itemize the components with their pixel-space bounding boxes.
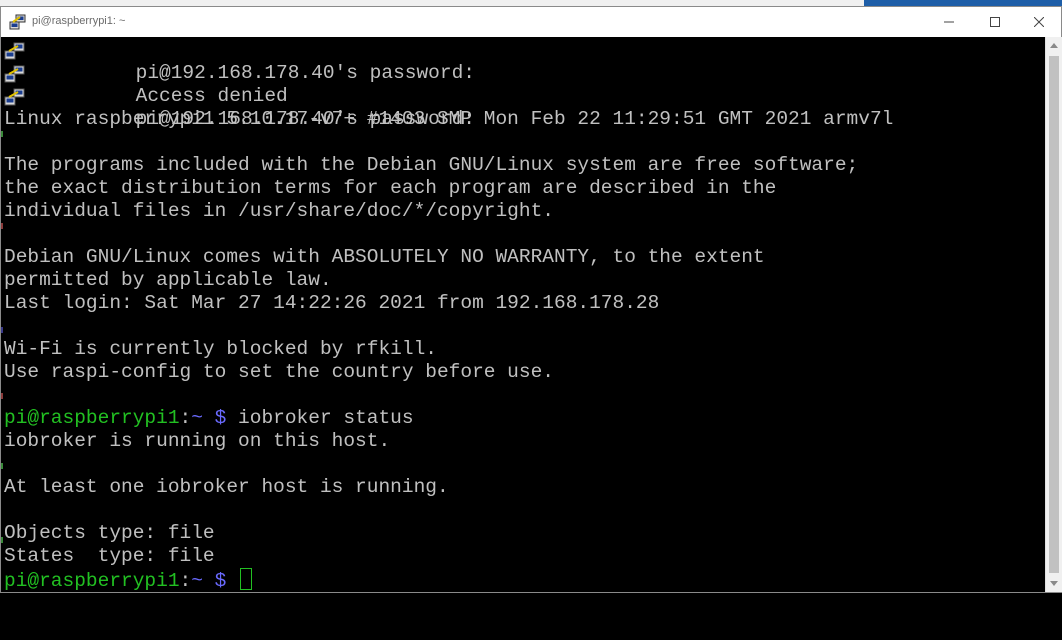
close-button[interactable] <box>1016 7 1062 37</box>
prompt-symbol: $ <box>202 407 239 429</box>
warranty-line: permitted by applicable law. <box>4 269 332 291</box>
active-prompt-line[interactable]: pi@raspberrypi1:~ $ <box>4 568 893 592</box>
desktop-background <box>0 593 1062 640</box>
license-line: individual files in /usr/share/doc/*/cop… <box>4 200 554 222</box>
window-title: pi@raspberrypi1: ~ <box>32 15 126 27</box>
prompt-symbol: $ <box>202 570 239 592</box>
wifi-line: Wi-Fi is currently blocked by rfkill. <box>4 338 437 360</box>
vertical-scrollbar[interactable] <box>1045 37 1062 592</box>
command-line: pi@raspberrypi1:~ $ iobroker status <box>4 407 893 430</box>
banner-line: Linux raspberrypi1 5.10.17-v7+ #1403 SMP… <box>4 108 894 130</box>
last-login-line: Last login: Sat Mar 27 14:22:26 2021 fro… <box>4 292 660 314</box>
terminal-lines: pi@192.168.178.40's password: Access den… <box>4 39 894 592</box>
minimize-button[interactable] <box>926 7 972 37</box>
license-line: the exact distribution terms for each pr… <box>4 177 777 199</box>
output-line: Objects type: file <box>4 522 215 544</box>
putty-icon <box>4 65 25 83</box>
scrollbar-thumb[interactable] <box>1049 56 1059 573</box>
putty-icon <box>4 88 25 106</box>
wifi-line: Use raspi-config to set the country befo… <box>4 361 554 383</box>
prompt-separator: : <box>179 407 192 429</box>
scroll-up-icon[interactable] <box>1050 43 1058 48</box>
title-bar[interactable]: pi@raspberrypi1: ~ <box>1 7 1061 37</box>
maximize-icon <box>990 17 1000 27</box>
putty-window: pi@raspberrypi1: ~ pi@192.168.178.40's p… <box>0 6 1062 593</box>
terminal-area[interactable]: pi@192.168.178.40's password: Access den… <box>1 37 1045 592</box>
prompt-user-host: pi@raspberrypi1 <box>4 407 180 429</box>
system-message: pi@192.168.178.40's password: <box>4 39 893 84</box>
warranty-line: Debian GNU/Linux comes with ABSOLUTELY N… <box>4 246 765 268</box>
command-text: iobroker status <box>238 407 414 429</box>
system-message: pi@192.168.178.40's password: <box>4 85 893 130</box>
putty-icon[interactable] <box>9 13 27 31</box>
prompt-separator: : <box>179 570 192 592</box>
close-icon <box>1034 17 1044 27</box>
prompt-path: ~ <box>191 407 203 429</box>
prompt-user-host: pi@raspberrypi1 <box>4 570 180 592</box>
left-edge-marks <box>1 131 3 543</box>
output-line: States type: file <box>4 545 215 567</box>
output-line: At least one iobroker host is running. <box>4 476 449 498</box>
maximize-button[interactable] <box>972 7 1018 37</box>
scroll-down-icon[interactable] <box>1050 581 1058 586</box>
text-cursor <box>240 568 253 590</box>
putty-icon <box>4 42 25 60</box>
license-line: The programs included with the Debian GN… <box>4 154 859 176</box>
minimize-icon <box>944 21 954 23</box>
system-message: Access denied <box>4 62 893 107</box>
output-line: iobroker is running on this host. <box>4 430 391 452</box>
prompt-path: ~ <box>191 570 203 592</box>
